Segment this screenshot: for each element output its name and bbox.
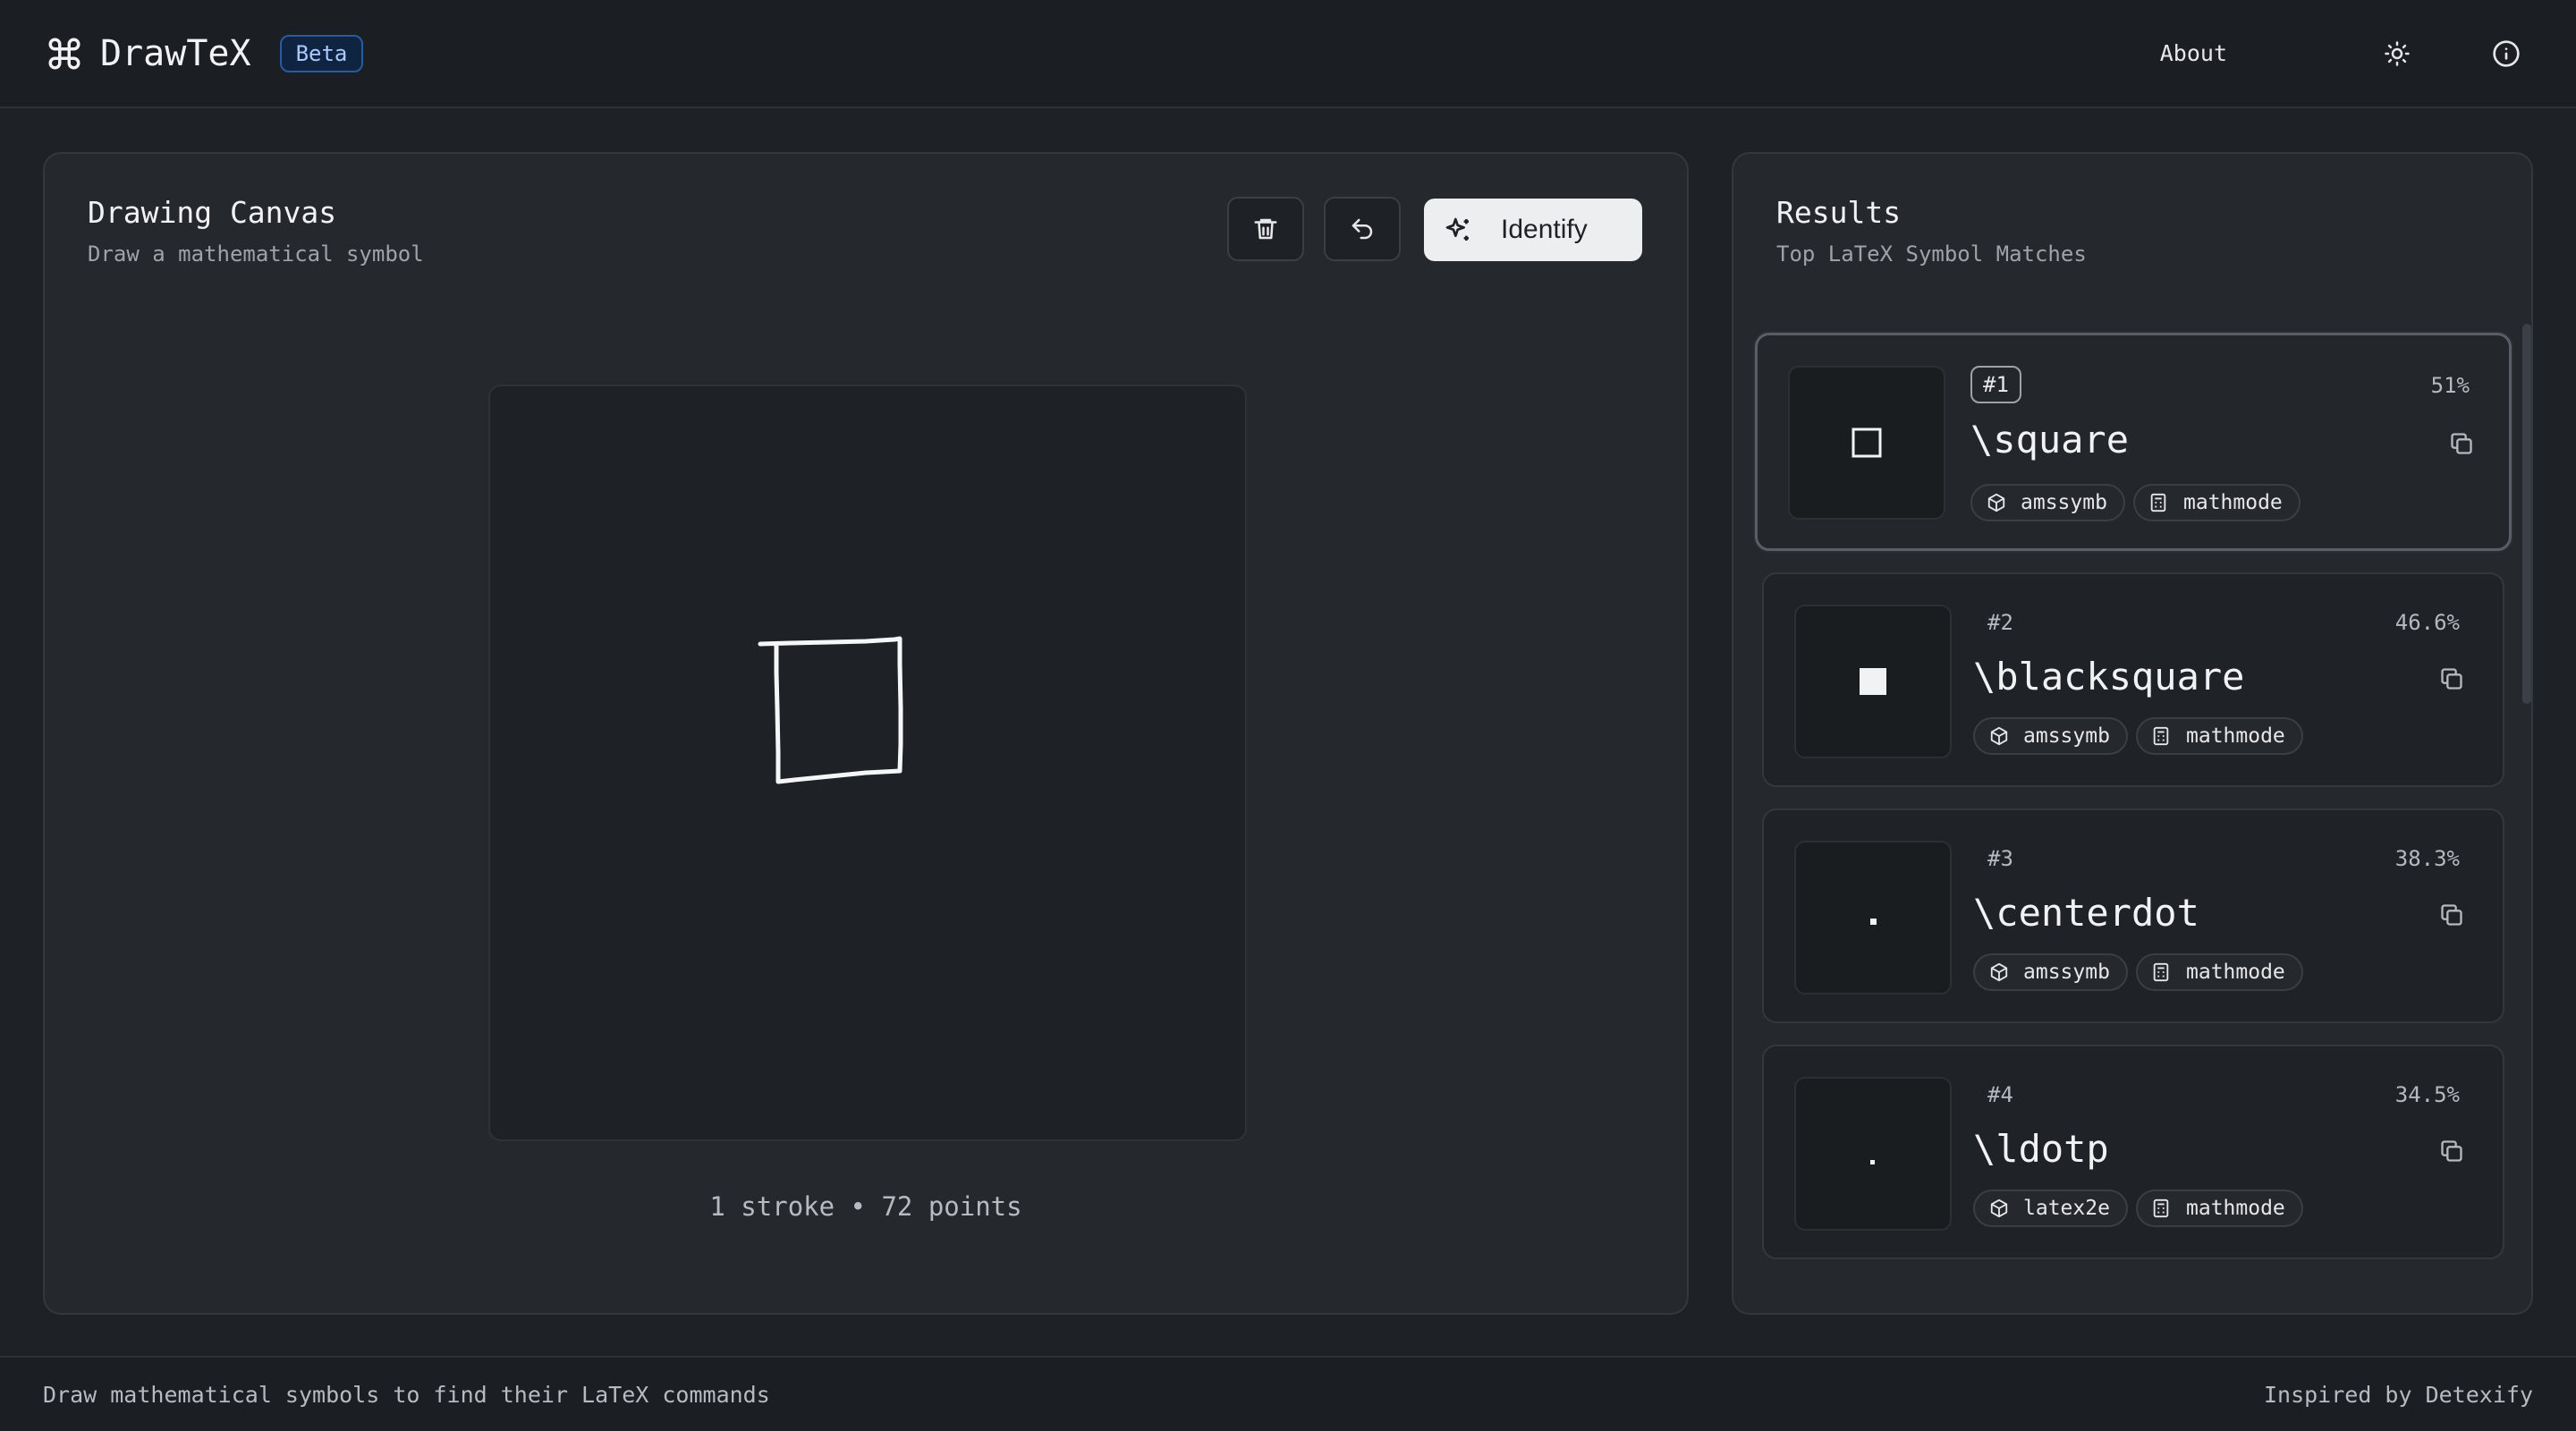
result-percent: 51% bbox=[2430, 373, 2470, 398]
result-command: \blacksquare bbox=[1973, 655, 2245, 699]
package-tag: amssymb bbox=[1970, 484, 2125, 521]
mode-tag: mathmode bbox=[2136, 717, 2303, 755]
package-tag: amssymb bbox=[1973, 717, 2128, 755]
result-percent: 46.6% bbox=[2394, 610, 2460, 635]
drawing-canvas-panel: Drawing Canvas Draw a mathematical symbo… bbox=[43, 152, 1689, 1315]
result-percent: 38.3% bbox=[2394, 846, 2460, 871]
results-panel: Results Top LaTeX Symbol Matches #1 51% … bbox=[1732, 152, 2533, 1315]
package-tag: latex2e bbox=[1973, 1190, 2128, 1227]
center-dot-glyph-icon bbox=[1870, 919, 1877, 925]
calculator-icon bbox=[2149, 493, 2169, 512]
copy-icon[interactable] bbox=[2436, 900, 2467, 930]
copy-icon[interactable] bbox=[2446, 428, 2477, 459]
copy-icon[interactable] bbox=[2436, 1136, 2467, 1166]
undo-button[interactable] bbox=[1324, 197, 1401, 261]
mode-tag: mathmode bbox=[2136, 953, 2303, 991]
mode-tag: mathmode bbox=[2133, 484, 2301, 521]
identify-button[interactable]: Identify bbox=[1424, 199, 1642, 261]
app-footer: Draw mathematical symbols to find their … bbox=[0, 1356, 2576, 1431]
calculator-icon bbox=[2152, 962, 2172, 982]
identify-label: Identify bbox=[1501, 215, 1588, 244]
theme-toggle-button[interactable] bbox=[2372, 29, 2422, 79]
app-header: DrawTeX Beta About bbox=[0, 0, 2576, 108]
sparkles-icon bbox=[1445, 217, 1469, 241]
footer-description: Draw mathematical symbols to find their … bbox=[43, 1381, 770, 1408]
info-button[interactable] bbox=[2481, 29, 2531, 79]
result-command: \centerdot bbox=[1973, 891, 2199, 935]
command-icon bbox=[45, 34, 84, 73]
symbol-preview bbox=[1788, 366, 1945, 520]
user-stroke bbox=[758, 636, 903, 784]
copy-icon[interactable] bbox=[2436, 664, 2467, 694]
result-card-2[interactable]: #2 46.6% \blacksquare amssymb mathmode bbox=[1762, 572, 2504, 787]
result-rank: #2 bbox=[1987, 610, 2013, 635]
ldot-glyph-icon bbox=[1870, 1160, 1875, 1164]
beta-badge: Beta bbox=[279, 34, 364, 72]
about-link[interactable]: About bbox=[2160, 40, 2227, 66]
trash-icon bbox=[1254, 218, 1277, 240]
result-rank: #4 bbox=[1987, 1082, 2013, 1107]
drawing-surface[interactable] bbox=[488, 385, 1247, 1141]
result-card-1[interactable]: #1 51% \square amssymb mathmode bbox=[1755, 333, 2512, 551]
clear-button[interactable] bbox=[1227, 197, 1304, 261]
symbol-preview bbox=[1794, 605, 1952, 758]
calculator-icon bbox=[2152, 1198, 2172, 1218]
sun-icon bbox=[2385, 40, 2410, 66]
package-icon bbox=[1989, 1198, 2009, 1218]
result-card-4[interactable]: #4 34.5% \ldotp latex2e mathmode bbox=[1762, 1045, 2504, 1259]
square-glyph-icon bbox=[1852, 428, 1882, 458]
results-title: Results bbox=[1776, 195, 1902, 230]
footer-credit: Inspired by Detexify bbox=[2263, 1381, 2533, 1408]
black-square-glyph-icon bbox=[1860, 668, 1886, 695]
symbol-preview bbox=[1794, 1077, 1952, 1231]
result-command: \ldotp bbox=[1973, 1127, 2109, 1171]
package-icon bbox=[1989, 726, 2009, 746]
result-rank: #3 bbox=[1987, 846, 2013, 871]
canvas-panel-title: Drawing Canvas bbox=[88, 195, 337, 230]
result-rank: #1 bbox=[1970, 366, 2021, 403]
result-command: \square bbox=[1970, 418, 2130, 461]
mode-tag: mathmode bbox=[2136, 1190, 2303, 1227]
results-scrollbar[interactable] bbox=[2522, 324, 2531, 704]
undo-icon bbox=[1352, 218, 1373, 240]
symbol-preview bbox=[1794, 841, 1952, 995]
calculator-icon bbox=[2152, 726, 2172, 746]
result-card-3[interactable]: #3 38.3% \centerdot amssymb mathmode bbox=[1762, 809, 2504, 1023]
package-icon bbox=[1989, 962, 2009, 982]
package-tag: amssymb bbox=[1973, 953, 2128, 991]
results-subtitle: Top LaTeX Symbol Matches bbox=[1776, 241, 2087, 267]
package-icon bbox=[1987, 493, 2006, 512]
info-icon bbox=[2493, 39, 2520, 67]
result-percent: 34.5% bbox=[2394, 1082, 2460, 1107]
stroke-info: 1 stroke • 72 points bbox=[709, 1191, 1022, 1222]
canvas-panel-subtitle: Draw a mathematical symbol bbox=[88, 241, 424, 267]
app-name: DrawTeX bbox=[100, 32, 251, 74]
